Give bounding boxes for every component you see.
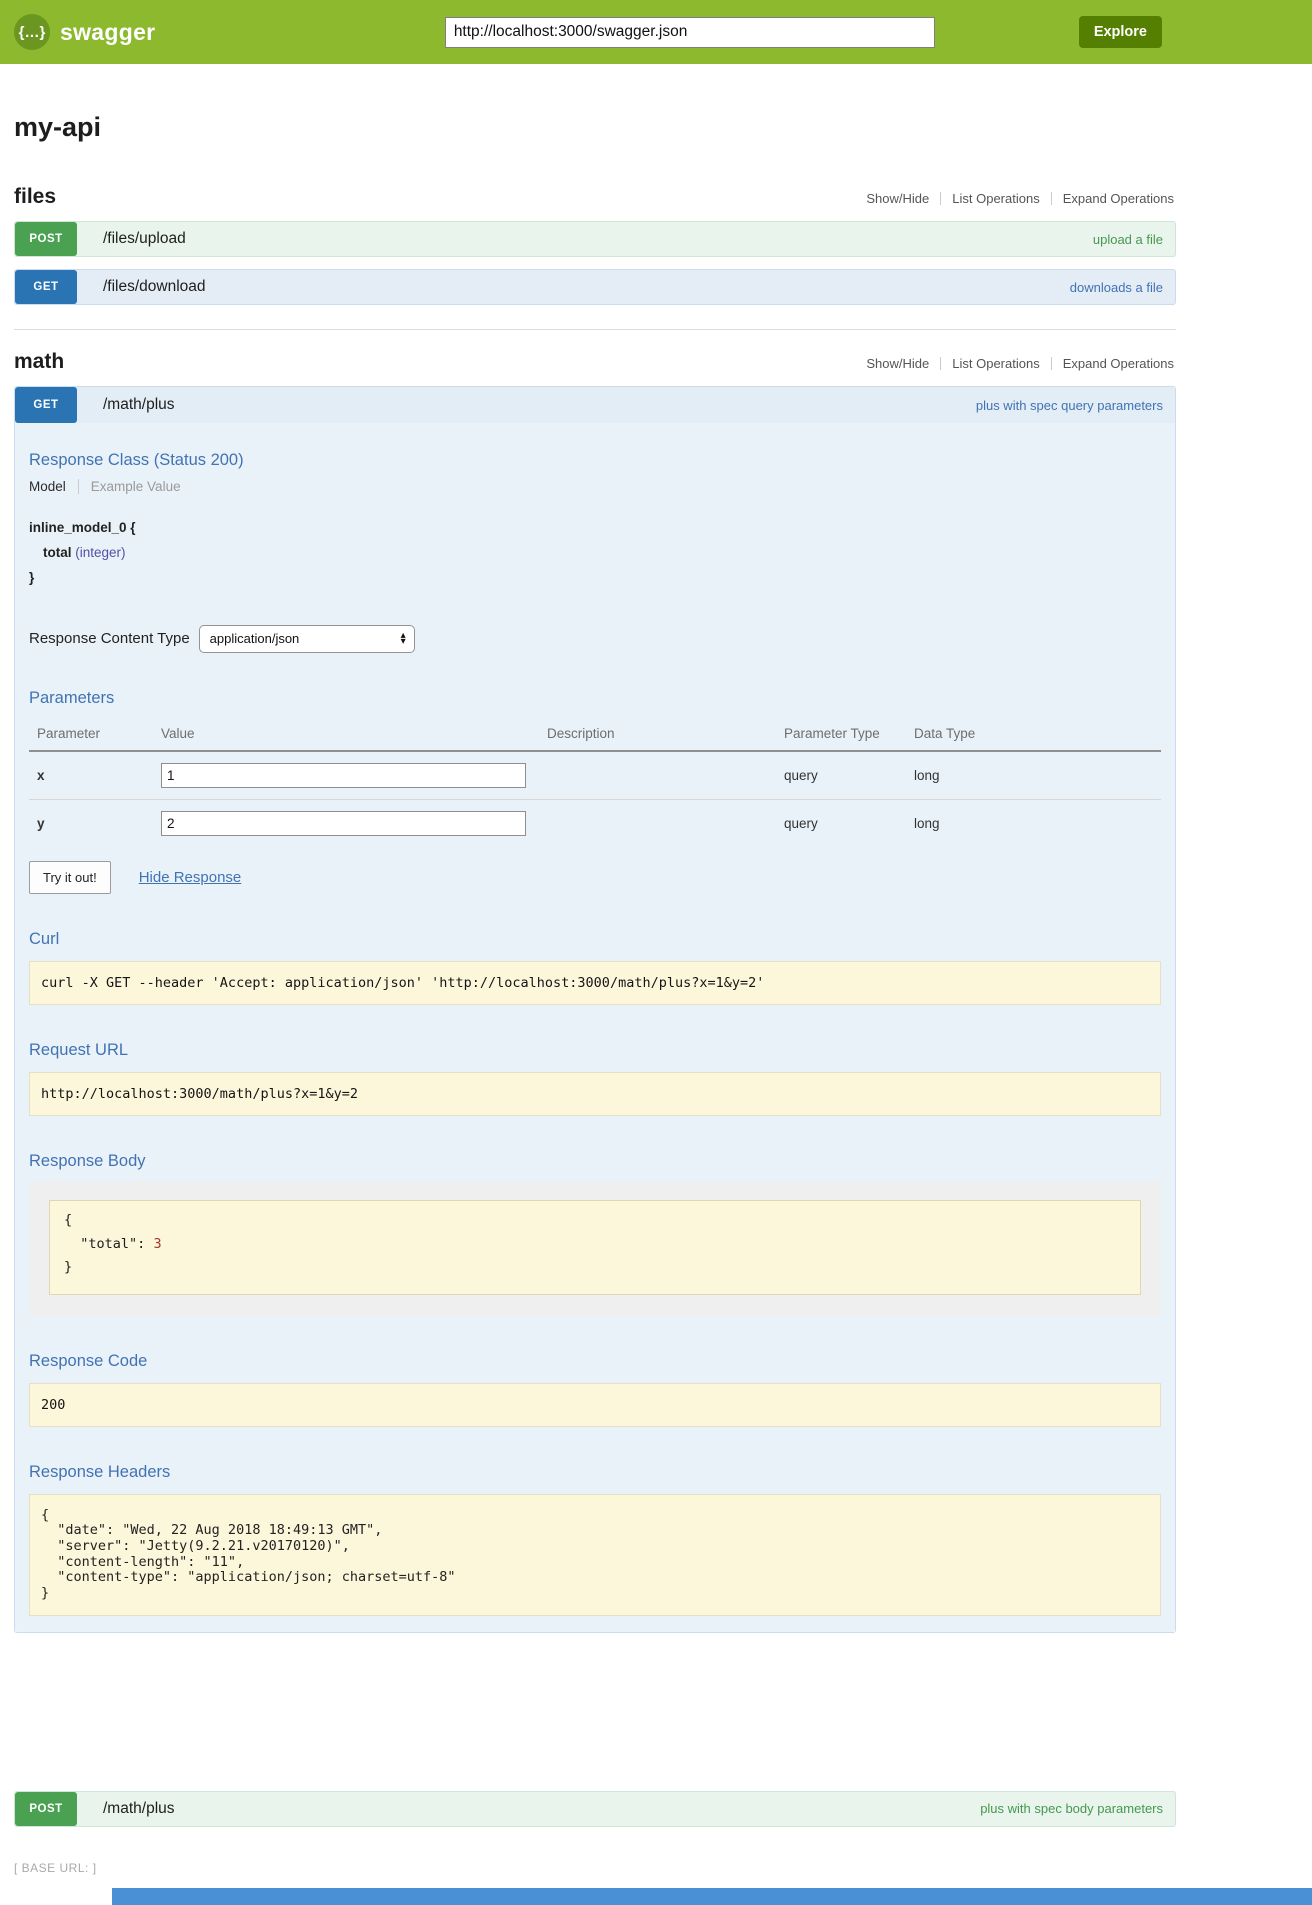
model-prop-type: (integer): [75, 545, 125, 560]
section-files-controls: Show/Hide List Operations Expand Operati…: [855, 191, 1176, 206]
op-row-get-files-download[interactable]: GET /files/download downloads a file: [14, 269, 1176, 305]
try-it-out-button[interactable]: Try it out!: [29, 861, 111, 894]
response-headers-json: { "date": "Wed, 22 Aug 2018 18:49:13 GMT…: [41, 1508, 1149, 1602]
section-files: files Show/Hide List Operations Expand O…: [14, 185, 1176, 305]
param-row-y: y query long: [29, 799, 1161, 847]
response-content-type-label: Response Content Type: [29, 630, 190, 647]
op-summary-link[interactable]: plus with spec body parameters: [980, 1801, 1163, 1816]
param-data-type: long: [906, 751, 1161, 800]
section-files-title[interactable]: files: [14, 185, 56, 209]
param-name: x: [29, 751, 153, 800]
param-y-value-input[interactable]: [161, 811, 526, 836]
get-method-badge: GET: [15, 387, 77, 423]
show-hide-link[interactable]: Show/Hide: [855, 191, 940, 206]
response-class-heading: Response Class (Status 200): [29, 451, 1161, 470]
response-code-value: 200: [29, 1383, 1161, 1427]
col-value: Value: [153, 718, 539, 751]
op-row-post-files-upload[interactable]: POST /files/upload upload a file: [14, 221, 1176, 257]
parameters-heading: Parameters: [29, 689, 1161, 708]
expanded-op-get-math-plus: GET /math/plus plus with spec query para…: [14, 386, 1176, 1633]
bottom-bar: [112, 1888, 1312, 1905]
request-url-heading: Request URL: [29, 1041, 1161, 1060]
list-operations-link[interactable]: List Operations: [941, 356, 1050, 371]
swagger-logo[interactable]: {…} swagger: [14, 14, 155, 50]
param-data-type: long: [906, 799, 1161, 847]
request-url-value: http://localhost:3000/math/plus?x=1&y=2: [29, 1072, 1161, 1116]
response-body-json: { "total": 3 }: [64, 1209, 1126, 1280]
select-arrows-icon: ▴▾: [401, 633, 406, 645]
response-body-heading: Response Body: [29, 1152, 1161, 1171]
col-data-type: Data Type: [906, 718, 1161, 751]
swagger-logo-text: swagger: [60, 19, 155, 46]
selected-content-type: application/json: [210, 631, 401, 646]
get-method-badge: GET: [15, 270, 77, 304]
param-description: [539, 799, 776, 847]
list-operations-link[interactable]: List Operations: [941, 191, 1050, 206]
api-title: my-api: [14, 112, 1176, 143]
response-code-heading: Response Code: [29, 1352, 1161, 1371]
response-headers-heading: Response Headers: [29, 1463, 1161, 1482]
base-url-footer: [ BASE URL: ]: [14, 1861, 1176, 1875]
col-parameter: Parameter: [29, 718, 153, 751]
post-method-badge: POST: [15, 222, 77, 256]
curl-command: curl -X GET --header 'Accept: applicatio…: [29, 961, 1161, 1005]
spec-url-input[interactable]: [445, 17, 935, 48]
param-row-x: x query long: [29, 751, 1161, 800]
section-divider: [14, 329, 1176, 330]
section-math-controls: Show/Hide List Operations Expand Operati…: [855, 356, 1176, 371]
swagger-braces-icon: {…}: [14, 14, 50, 50]
curl-heading: Curl: [29, 930, 1161, 949]
show-hide-link[interactable]: Show/Hide: [855, 356, 940, 371]
post-method-badge: POST: [15, 1792, 77, 1826]
op-row-get-math-plus[interactable]: GET /math/plus plus with spec query para…: [15, 387, 1175, 423]
op-path-link[interactable]: /files/download: [103, 278, 206, 296]
param-name: y: [29, 799, 153, 847]
col-parameter-type: Parameter Type: [776, 718, 906, 751]
model-open-line: inline_model_0 {: [29, 516, 1161, 541]
hide-response-link[interactable]: Hide Response: [139, 869, 242, 886]
param-x-value-input[interactable]: [161, 763, 526, 788]
op-path-link[interactable]: /math/plus: [103, 396, 175, 414]
op-summary-link[interactable]: upload a file: [1093, 232, 1163, 247]
explore-button[interactable]: Explore: [1079, 16, 1162, 48]
param-type: query: [776, 751, 906, 800]
model-prop-name: total: [43, 545, 72, 560]
expand-operations-link[interactable]: Expand Operations: [1052, 356, 1176, 371]
section-math-title[interactable]: math: [14, 350, 64, 374]
top-header-bar: {…} swagger Explore: [0, 0, 1312, 64]
param-description: [539, 751, 776, 800]
tab-example-value[interactable]: Example Value: [78, 479, 181, 494]
section-math: math Show/Hide List Operations Expand Op…: [14, 350, 1176, 1827]
op-summary-link[interactable]: plus with spec query parameters: [976, 398, 1163, 413]
op-summary-link[interactable]: downloads a file: [1070, 280, 1163, 295]
param-type: query: [776, 799, 906, 847]
response-headers-box: { "date": "Wed, 22 Aug 2018 18:49:13 GMT…: [29, 1494, 1161, 1616]
op-path-link[interactable]: /files/upload: [103, 230, 186, 248]
op-row-post-math-plus[interactable]: POST /math/plus plus with spec body para…: [14, 1791, 1176, 1827]
op-expanded-body: Response Class (Status 200) Model Exampl…: [15, 423, 1175, 1632]
col-description: Description: [539, 718, 776, 751]
response-body-container: { "total": 3 }: [29, 1181, 1161, 1316]
op-path-link[interactable]: /math/plus: [103, 1800, 175, 1818]
model-tabs: Model Example Value: [29, 479, 1161, 494]
model-close-line: }: [29, 566, 1161, 591]
expand-operations-link[interactable]: Expand Operations: [1052, 191, 1176, 206]
response-content-type-select[interactable]: application/json ▴▾: [199, 625, 415, 653]
model-signature: inline_model_0 { total (integer) }: [29, 516, 1161, 591]
tab-model[interactable]: Model: [29, 479, 78, 494]
parameters-table: Parameter Value Description Parameter Ty…: [29, 718, 1161, 847]
